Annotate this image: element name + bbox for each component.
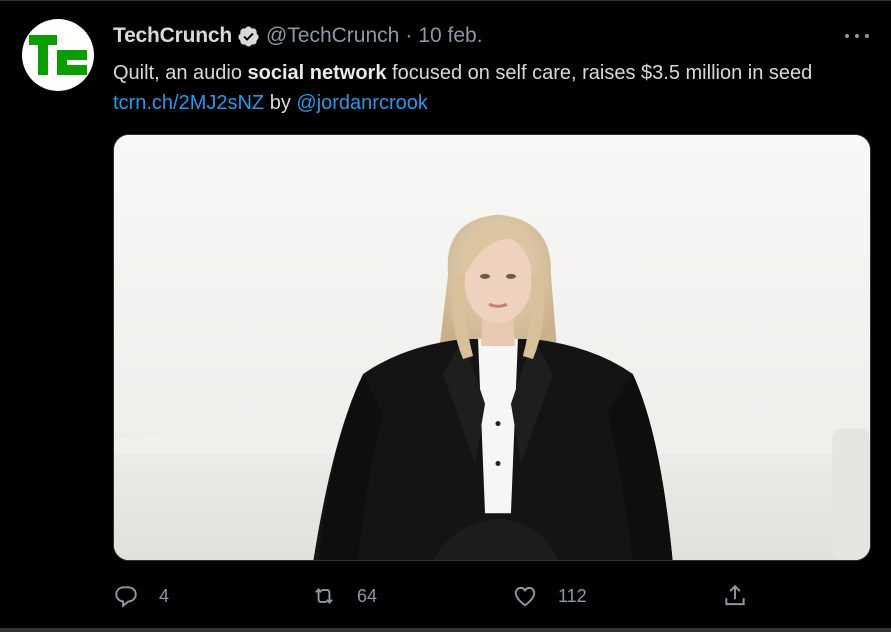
handle[interactable]: @TechCrunch <box>266 24 399 48</box>
tweet-text-bold: social network <box>247 62 387 84</box>
more-icon[interactable] <box>845 26 869 46</box>
tweet-text-part: focused on self care, raises $3.5 millio… <box>386 62 813 84</box>
display-name[interactable]: TechCrunch <box>113 24 232 48</box>
reply-count: 4 <box>159 585 170 606</box>
like-button[interactable]: 112 <box>512 580 587 612</box>
reply-icon <box>115 586 137 608</box>
share-button[interactable] <box>722 580 748 612</box>
share-icon <box>725 584 745 606</box>
tweet-text-part: by <box>264 92 297 114</box>
tweet-date[interactable]: 10 feb. <box>418 24 482 48</box>
tweet-media-photo[interactable] <box>113 134 871 561</box>
retweet-button[interactable]: 64 <box>311 580 377 612</box>
verified-badge-icon <box>237 25 260 48</box>
tweet-header: TechCrunch @TechCrunch · 10 feb. <box>113 23 483 49</box>
mention-link[interactable]: @jordanrcrook <box>296 92 427 114</box>
tweet-link[interactable]: tcrn.ch/2MJ2sNZ <box>113 92 264 114</box>
tweet-text: Quilt, an audio social network focused o… <box>113 58 853 118</box>
tweet-actions: 4 64 112 <box>113 580 753 612</box>
retweet-icon <box>315 588 333 604</box>
reply-button[interactable]: 4 <box>113 580 169 612</box>
retweet-count: 64 <box>357 585 378 606</box>
separator: · <box>405 24 413 47</box>
like-count: 112 <box>558 585 587 606</box>
tweet-text-part: Quilt, an audio <box>113 62 248 84</box>
top-divider <box>0 0 891 1</box>
techcrunch-logo <box>29 35 87 75</box>
avatar[interactable] <box>22 19 94 91</box>
bottom-divider <box>0 628 891 632</box>
heart-icon <box>514 586 536 607</box>
